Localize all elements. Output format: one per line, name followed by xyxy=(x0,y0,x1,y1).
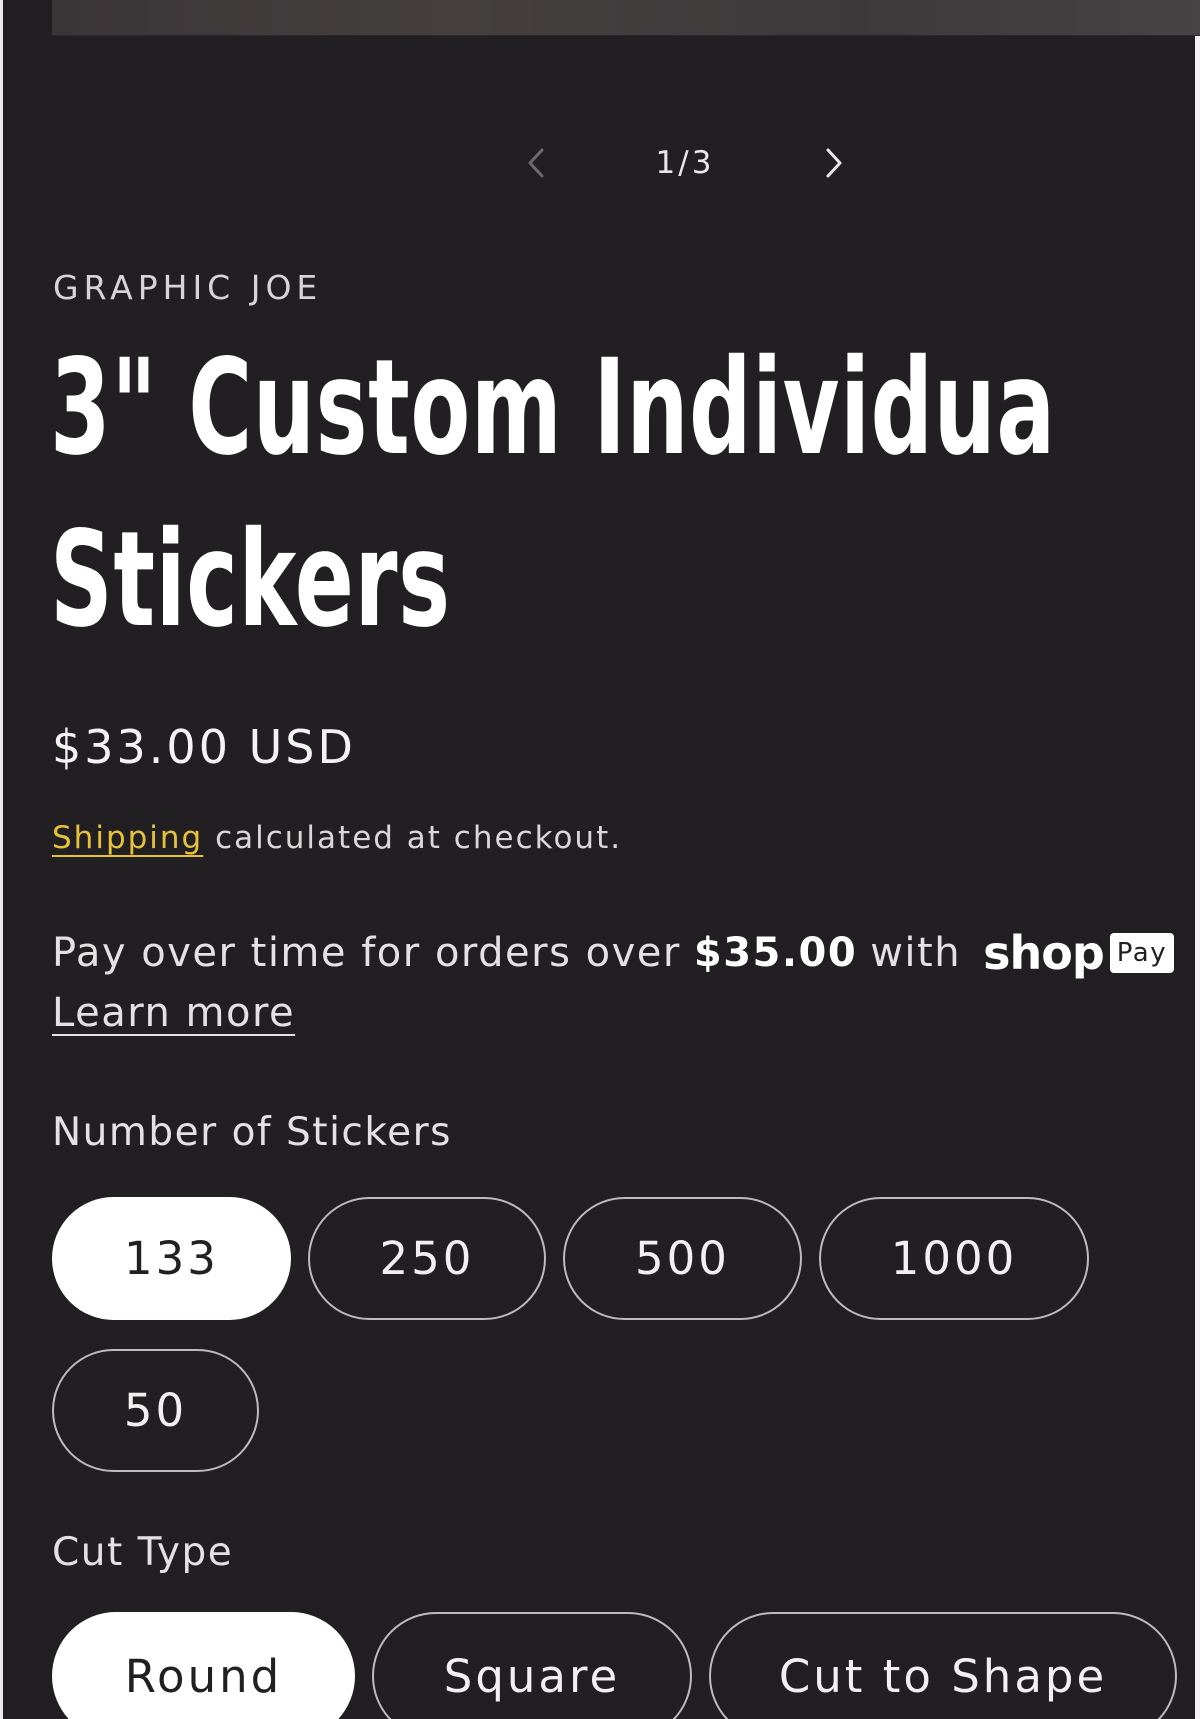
shipping-link[interactable]: Shipping xyxy=(52,820,203,856)
quantity-option-1000[interactable]: 1000 xyxy=(819,1197,1089,1320)
shop-pay-installments: Pay over time for orders over $35.00 wit… xyxy=(52,926,1175,980)
cut-type-option-cut-to-shape[interactable]: Cut to Shape xyxy=(709,1612,1177,1719)
shop-pay-amount: $35.00 xyxy=(693,930,858,976)
gallery-nav: 1/3 xyxy=(0,138,1200,188)
gallery-prev-button[interactable] xyxy=(520,138,552,188)
shop-pay-logo: shop xyxy=(983,926,1105,980)
shipping-text: calculated at checkout. xyxy=(203,820,623,856)
cut-type-option-round[interactable]: Round xyxy=(52,1612,355,1719)
product-vendor: GRAPHIC JOE xyxy=(53,268,323,307)
quantity-option-133[interactable]: 133 xyxy=(52,1197,291,1320)
shipping-note: Shipping calculated at checkout. xyxy=(52,820,622,856)
gallery-next-button[interactable] xyxy=(818,138,850,188)
quantity-option-500[interactable]: 500 xyxy=(563,1197,802,1320)
cut-type-option-square[interactable]: Square xyxy=(372,1612,692,1719)
shop-pay-text-after: with xyxy=(870,930,962,976)
product-page: 1/3 GRAPHIC JOE 3" Custom Individua Stic… xyxy=(0,0,1200,1719)
cut-type-option-label: Cut Type xyxy=(52,1530,234,1575)
product-title-line-2: Stickers xyxy=(50,503,451,657)
product-title: 3" Custom Individua Stickers xyxy=(50,322,1056,666)
shop-pay-text-before: Pay over time for orders over xyxy=(52,930,681,976)
quantity-option-label: Number of Stickers xyxy=(52,1110,452,1155)
product-title-line-1: 3" Custom Individua xyxy=(50,331,1056,485)
left-edge xyxy=(0,0,3,1719)
right-edge xyxy=(1195,0,1200,1719)
product-image xyxy=(52,0,1200,36)
quantity-option-250[interactable]: 250 xyxy=(308,1197,546,1320)
chevron-left-icon xyxy=(528,148,544,178)
shop-pay-badge: Pay xyxy=(1109,933,1175,973)
product-price: $33.00 USD xyxy=(52,720,356,774)
chevron-right-icon xyxy=(826,148,842,178)
learn-more-link[interactable]: Learn more xyxy=(52,990,295,1036)
gallery-counter: 1/3 xyxy=(655,145,715,181)
quantity-option-50[interactable]: 50 xyxy=(52,1349,259,1472)
